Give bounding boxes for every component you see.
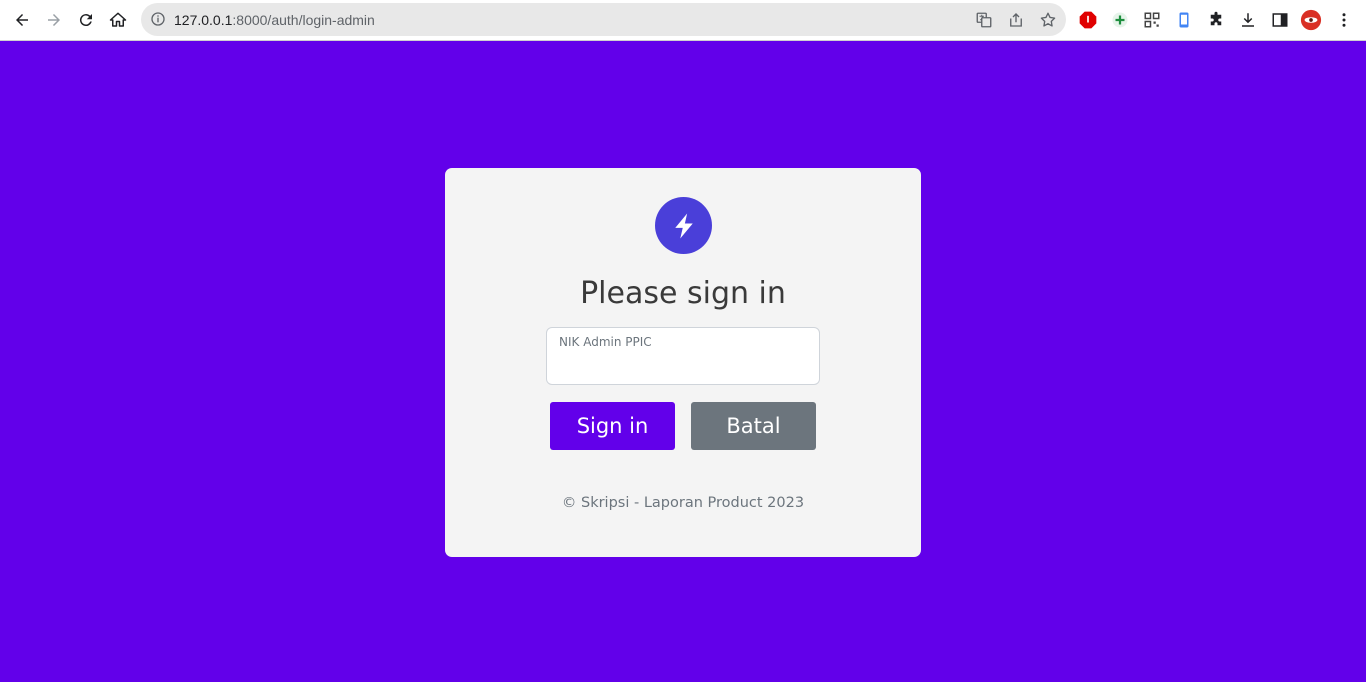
url-text[interactable]: 127.0.0.1:8000/auth/login-admin	[174, 12, 375, 28]
download-icon	[1242, 13, 1254, 27]
profile-avatar	[1300, 9, 1322, 31]
extension-adblock[interactable]	[1077, 9, 1099, 31]
downloads-button[interactable]	[1237, 9, 1259, 31]
address-bar[interactable]: 127.0.0.1:8000/auth/login-admin	[141, 3, 1066, 36]
chrome-menu-button[interactable]	[1333, 9, 1355, 31]
star-icon[interactable]	[1039, 11, 1057, 29]
nik-input[interactable]	[559, 354, 807, 378]
profile-button[interactable]	[1300, 9, 1322, 31]
login-card: Please sign in NIK Admin PPIC Sign in Ba…	[445, 168, 921, 557]
extension-plus[interactable]	[1109, 9, 1131, 31]
translate-icon[interactable]	[975, 11, 993, 29]
phone-icon	[1179, 12, 1189, 28]
extensions-puzzle-icon	[1210, 11, 1222, 26]
side-panel-icon	[1272, 13, 1288, 27]
brand-logo	[655, 197, 712, 254]
extension-qr[interactable]	[1141, 9, 1163, 31]
home-icon	[109, 12, 127, 27]
page-title: Please sign in	[580, 276, 786, 311]
nik-field[interactable]: NIK Admin PPIC	[546, 327, 820, 385]
cancel-button[interactable]: Batal	[691, 402, 816, 450]
qr-code-icon	[1144, 12, 1160, 28]
sign-in-button[interactable]: Sign in	[550, 402, 675, 450]
info-icon[interactable]	[150, 11, 166, 27]
browser-toolbar: 127.0.0.1:8000/auth/login-admin	[0, 0, 1366, 41]
url-host: 127.0.0.1	[174, 12, 233, 28]
nik-field-label: NIK Admin PPIC	[559, 335, 652, 349]
extensions-button[interactable]	[1205, 9, 1227, 31]
plus-icon	[1112, 12, 1128, 28]
menu-dots-icon	[1342, 13, 1346, 27]
forward-icon	[48, 14, 60, 26]
bolt-icon	[674, 213, 693, 238]
share-icon[interactable]	[1007, 11, 1025, 29]
back-icon	[16, 14, 28, 26]
footer-copyright: © Skripsi - Laporan Product 2023	[561, 495, 805, 511]
home-button[interactable]	[104, 6, 132, 34]
extension-phone[interactable]	[1173, 9, 1195, 31]
url-path: :8000/auth/login-admin	[232, 12, 375, 28]
stop-sign-icon	[1079, 11, 1097, 29]
reload-icon	[79, 14, 92, 27]
forward-button[interactable]	[40, 6, 68, 34]
side-panel-button[interactable]	[1269, 9, 1291, 31]
back-button[interactable]	[8, 6, 36, 34]
reload-button[interactable]	[72, 6, 100, 34]
